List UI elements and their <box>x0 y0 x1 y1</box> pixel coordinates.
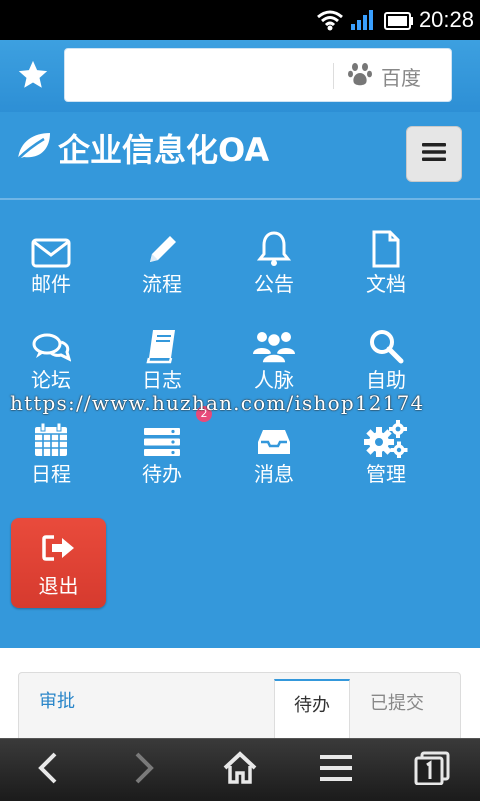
browser-toolbar: 百度 <box>0 40 480 112</box>
users-icon <box>224 320 324 364</box>
module-label: 文档 <box>366 272 406 296</box>
bell-icon <box>224 224 324 268</box>
module-label: 流程 <box>142 272 182 296</box>
app-header: 企业信息化OA <box>0 112 480 200</box>
module-schedule[interactable]: 日程 <box>1 414 101 494</box>
logout-button[interactable]: 退出 <box>11 518 106 608</box>
search-engine-label: 百度 <box>381 65 421 90</box>
module-label: 日程 <box>31 462 71 486</box>
hamburger-icon <box>320 754 352 786</box>
module-contacts[interactable]: 人脉 <box>224 320 324 400</box>
gears-icon <box>336 414 436 458</box>
approval-title: 审批 <box>39 691 75 712</box>
approval-panel: 审批 待办 已提交 <box>18 672 461 743</box>
tab-submitted[interactable]: 已提交 <box>359 679 435 743</box>
module-docs[interactable]: 文档 <box>336 224 436 304</box>
sign-out-icon <box>11 518 106 564</box>
book-icon <box>112 320 212 364</box>
browser-menu-button[interactable] <box>288 739 384 801</box>
search-icon <box>336 320 436 364</box>
app-title: 企业信息化OA <box>58 131 270 169</box>
address-divider <box>333 63 334 89</box>
status-time: 20:28 <box>418 7 474 32</box>
signal-icon <box>350 10 376 34</box>
forward-button[interactable] <box>96 739 192 801</box>
module-admin[interactable]: 管理 <box>336 414 436 494</box>
leaf-icon <box>16 130 52 170</box>
logout-label: 退出 <box>38 574 79 598</box>
tab-pending[interactable]: 待办 <box>274 679 350 743</box>
content-area: 审批 待办 已提交 <box>0 648 480 743</box>
module-workflow[interactable]: 流程 <box>112 224 212 304</box>
back-button[interactable] <box>0 739 96 801</box>
module-todo[interactable]: 待办 <box>112 414 212 494</box>
pencil-icon <box>112 224 212 268</box>
module-label: 公告 <box>254 272 294 296</box>
module-forum[interactable]: 论坛 <box>1 320 101 400</box>
module-label: 待办 <box>142 462 182 486</box>
paw-icon <box>347 61 373 92</box>
calendar-icon <box>1 414 101 458</box>
module-label: 邮件 <box>31 272 71 296</box>
chat-icon <box>1 320 101 364</box>
chevron-left-icon <box>36 751 60 789</box>
document-icon <box>336 224 436 268</box>
module-grid: 邮件 流程 公告 文档 论坛 日志 人脉 自助 日程 待办 消息 管理 2 退出 <box>0 200 480 648</box>
bookmark-star-icon[interactable] <box>16 58 50 96</box>
list-icon <box>112 414 212 458</box>
menu-toggle-button[interactable] <box>406 126 462 182</box>
module-label: 消息 <box>254 462 294 486</box>
tabs-button[interactable] <box>384 739 480 801</box>
inbox-icon <box>224 414 324 458</box>
tabs-icon <box>414 751 450 789</box>
module-log[interactable]: 日志 <box>112 320 212 400</box>
address-bar[interactable]: 百度 <box>64 48 452 102</box>
mail-icon <box>1 224 101 268</box>
module-self-service[interactable]: 自助 <box>336 320 436 400</box>
chevron-right-icon <box>132 751 156 789</box>
module-notice[interactable]: 公告 <box>224 224 324 304</box>
search-engine-button[interactable]: 百度 <box>347 61 421 91</box>
battery-icon <box>384 12 414 34</box>
wifi-icon <box>316 9 344 35</box>
watermark-text: https://www.huzhan.com/ishop12174 <box>10 391 425 415</box>
home-icon <box>222 751 258 789</box>
home-button[interactable] <box>192 739 288 801</box>
browser-bottom-nav <box>0 738 480 801</box>
status-bar: 20:28 <box>0 0 480 40</box>
module-messages[interactable]: 消息 <box>224 414 324 494</box>
brand[interactable]: 企业信息化OA <box>16 130 269 170</box>
hamburger-icon <box>422 142 446 166</box>
module-label: 管理 <box>366 462 406 486</box>
module-mail[interactable]: 邮件 <box>1 224 101 304</box>
